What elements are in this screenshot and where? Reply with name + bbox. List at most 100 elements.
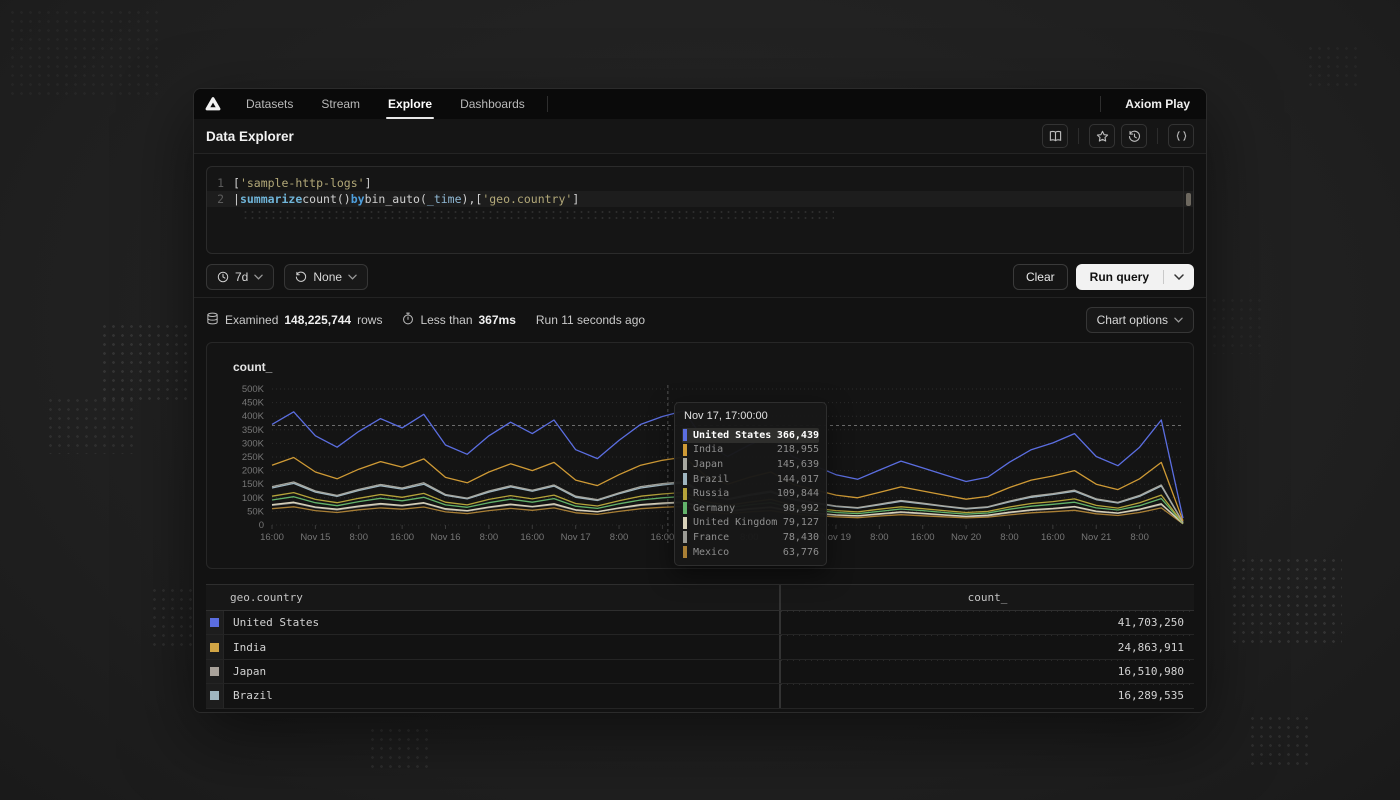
code-token: count()	[302, 191, 350, 207]
code-token: 'geo.country'	[482, 191, 572, 207]
run-ago-stat: Run 11 seconds ago	[536, 313, 645, 327]
latency-label: Less than	[420, 313, 472, 327]
tooltip-series-value: 218,955	[777, 444, 819, 455]
code-line[interactable]: 2| summarize count() by bin_auto(_time),…	[207, 191, 1193, 207]
svg-text:150K: 150K	[242, 479, 265, 490]
docs-book-button[interactable]	[1042, 124, 1068, 148]
series-color-swatch	[683, 473, 687, 485]
row-swatch-cell	[206, 635, 224, 658]
column-header-country[interactable]: geo.country	[206, 591, 779, 604]
workspace-name[interactable]: Axiom Play	[1109, 97, 1206, 111]
header-actions	[1042, 124, 1194, 148]
count-cell[interactable]: 16,289,535	[779, 684, 1194, 707]
nav-tab-datasets[interactable]: Datasets	[232, 89, 307, 119]
query-editor[interactable]: 1['sample-http-logs']2| summarize count(…	[206, 166, 1194, 254]
bg-pattern	[1248, 714, 1312, 766]
country-cell[interactable]: Brazil	[224, 684, 779, 707]
header-divider	[1157, 128, 1158, 144]
time-range-value: 7d	[235, 270, 248, 284]
count-cell[interactable]: 16,510,980	[779, 660, 1194, 683]
tooltip-series-name: United Kingdom	[693, 517, 783, 528]
api-code-button[interactable]	[1168, 124, 1194, 148]
code-token: ]	[365, 175, 372, 191]
nav-tab-dashboards[interactable]: Dashboards	[446, 89, 539, 119]
tooltip-row-mexico: Mexico63,776	[682, 545, 819, 560]
app-window: DatasetsStreamExploreDashboards Axiom Pl…	[193, 88, 1207, 713]
row-swatch-cell	[206, 611, 224, 634]
top-navbar: DatasetsStreamExploreDashboards Axiom Pl…	[194, 89, 1206, 119]
compare-dropdown[interactable]: None	[284, 264, 368, 290]
query-history-button[interactable]	[1121, 124, 1147, 148]
series-color-swatch	[683, 546, 687, 558]
time-range-dropdown[interactable]: 7d	[206, 264, 274, 290]
country-cell[interactable]: Japan	[224, 660, 779, 683]
svg-text:16:00: 16:00	[651, 532, 675, 543]
code-token: |	[233, 191, 240, 207]
svg-text:16:00: 16:00	[1041, 532, 1065, 543]
tooltip-series-value: 79,127	[783, 517, 819, 528]
tooltip-series-value: 78,430	[783, 532, 819, 543]
tooltip-row-united-states: United States366,439	[682, 428, 819, 443]
country-cell[interactable]: India	[224, 635, 779, 658]
count-cell[interactable]: 24,863,911	[779, 635, 1194, 658]
bg-pattern	[150, 586, 196, 652]
run-query-button[interactable]: Run query	[1076, 264, 1194, 290]
tooltip-series-value: 145,639	[777, 459, 819, 470]
clock-icon	[217, 271, 229, 283]
run-options-caret[interactable]	[1164, 274, 1194, 280]
table-row-brazil[interactable]: Brazil16,289,535	[206, 684, 1194, 708]
tooltip-series-value: 109,844	[777, 488, 819, 499]
bg-pattern	[46, 396, 138, 454]
series-color-swatch	[683, 444, 687, 456]
run-ago-label: Run 11 seconds ago	[536, 313, 645, 327]
table-row-japan[interactable]: Japan16,510,980	[206, 660, 1194, 684]
book-icon	[1049, 130, 1062, 142]
editor-scrollbar[interactable]	[1183, 167, 1193, 253]
bg-pattern	[1230, 556, 1342, 646]
explorer-body: 1['sample-http-logs']2| summarize count(…	[194, 154, 1206, 712]
editor-scrollbar-thumb[interactable]	[1186, 193, 1191, 206]
tooltip-series-value: 366,439	[777, 430, 819, 441]
svg-text:8:00: 8:00	[870, 532, 889, 543]
examined-rows-stat: Examined 148,225,744 rows	[206, 312, 382, 328]
series-color-swatch	[683, 502, 687, 514]
chevron-down-icon	[1174, 317, 1183, 323]
table-row-india[interactable]: India24,863,911	[206, 635, 1194, 659]
clear-button[interactable]: Clear	[1013, 264, 1068, 290]
star-button[interactable]	[1089, 124, 1115, 148]
toolbar-right: Clear Run query	[1013, 264, 1194, 290]
row-swatch-cell	[206, 684, 224, 707]
tooltip-row-russia: Russia109,844	[682, 486, 819, 501]
line-number: 1	[207, 175, 233, 191]
chevron-down-icon	[254, 274, 263, 280]
latency-stat: Less than 367ms	[402, 312, 515, 328]
svg-text:8:00: 8:00	[350, 532, 369, 543]
bg-pattern	[1306, 44, 1362, 92]
column-header-count[interactable]: count_	[779, 585, 1194, 610]
chart-options-dropdown[interactable]: Chart options	[1086, 307, 1194, 333]
tooltip-series-value: 144,017	[777, 474, 819, 485]
nav-tab-explore[interactable]: Explore	[374, 89, 446, 119]
tooltip-row-japan: Japan145,639	[682, 457, 819, 472]
code-token: [	[475, 191, 482, 207]
axiom-logo-icon[interactable]	[194, 97, 232, 111]
table-row-united-states[interactable]: United States41,703,250	[206, 611, 1194, 635]
tooltip-timestamp: Nov 17, 17:00:00	[684, 410, 819, 422]
svg-text:Nov 16: Nov 16	[430, 532, 460, 543]
nav-tab-stream[interactable]: Stream	[307, 89, 374, 119]
latency-value: 367ms	[479, 313, 516, 327]
country-cell[interactable]: United States	[224, 611, 779, 634]
code-token: [	[233, 175, 240, 191]
line-number: 2	[207, 191, 233, 207]
series-color-swatch	[210, 618, 219, 627]
tooltip-row-india: India218,955	[682, 443, 819, 458]
page-title: Data Explorer	[206, 129, 294, 144]
bg-pattern	[1210, 296, 1262, 354]
tooltip-row-united-kingdom: United Kingdom79,127	[682, 516, 819, 531]
code-token: bin_auto(	[365, 191, 427, 207]
svg-text:8:00: 8:00	[610, 532, 629, 543]
code-line[interactable]: 1['sample-http-logs']	[207, 175, 1193, 191]
page-header: Data Explorer	[194, 119, 1206, 154]
svg-text:350K: 350K	[242, 425, 265, 436]
count-cell[interactable]: 41,703,250	[779, 611, 1194, 634]
